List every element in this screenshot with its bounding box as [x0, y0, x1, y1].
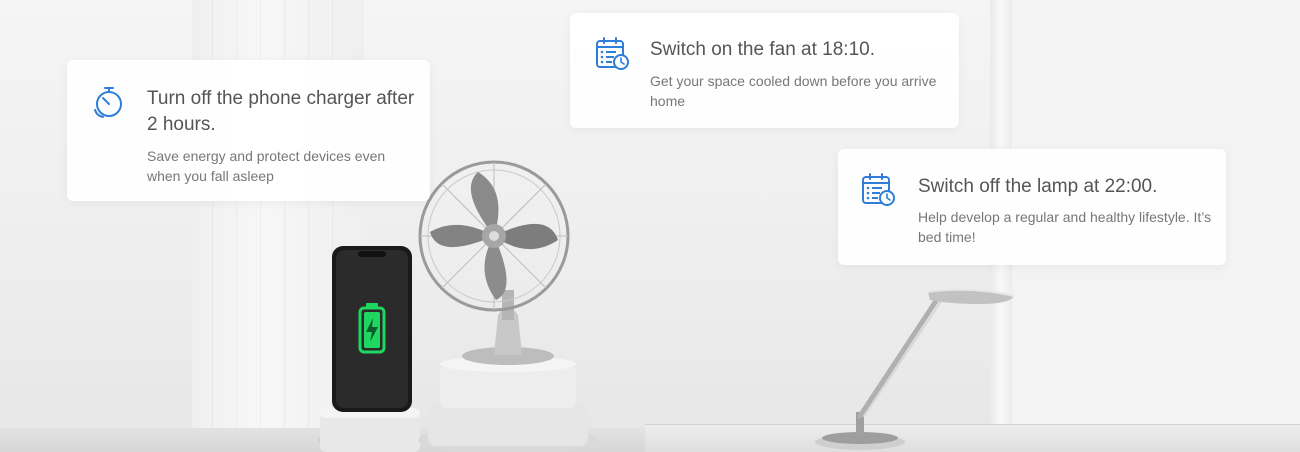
fan-illustration	[418, 160, 598, 452]
schedule-calendar-icon	[596, 37, 629, 70]
card-title: Switch on the fan at 18:10.	[650, 39, 875, 60]
card-description: Save energy and protect devices even whe…	[147, 148, 386, 184]
card-description: Help develop a regular and healthy lifes…	[918, 209, 1212, 245]
schedule-card-fan: Switch on the fan at 18:10. Get your spa…	[570, 13, 959, 128]
smart-schedule-scene: Turn off the phone charger after 2 hours…	[0, 0, 1300, 452]
lamp-illustration	[815, 288, 1015, 450]
card-description: Get your space cooled down before you ar…	[650, 73, 937, 109]
schedule-card-charger: Turn off the phone charger after 2 hours…	[67, 60, 430, 201]
schedule-card-lamp: Switch off the lamp at 22:00. Help devel…	[838, 149, 1226, 265]
schedule-calendar-icon	[862, 173, 895, 206]
card-title: Turn off the phone charger after 2 hours…	[147, 88, 415, 135]
card-title: Switch off the lamp at 22:00.	[918, 176, 1158, 197]
stopwatch-icon	[94, 87, 122, 118]
